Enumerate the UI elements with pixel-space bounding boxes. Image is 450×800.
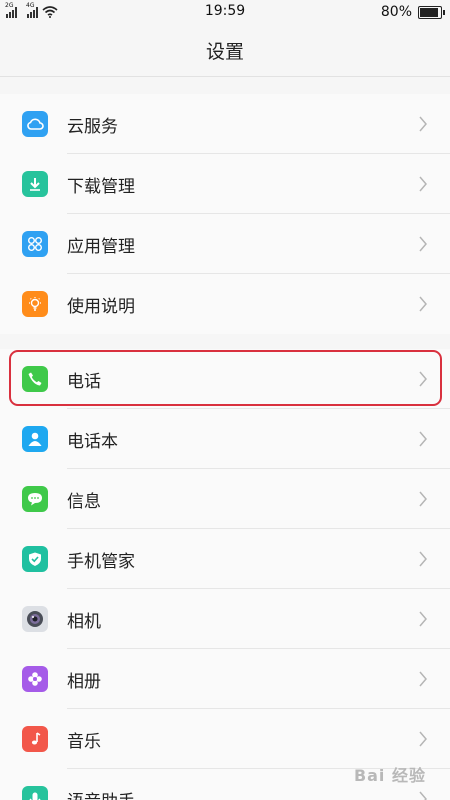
- settings-item-label: 音乐: [67, 731, 101, 752]
- settings-item-gallery[interactable]: 相册: [0, 649, 450, 709]
- chevron-right-icon: [419, 116, 427, 132]
- settings-item-downloads[interactable]: 下载管理: [0, 154, 450, 214]
- chevron-right-icon: [419, 296, 427, 312]
- download-icon: [22, 171, 48, 197]
- chevron-right-icon: [419, 431, 427, 447]
- flower-icon: [22, 666, 48, 692]
- settings-item-camera[interactable]: 相机: [0, 589, 450, 649]
- settings-item-label: 信息: [67, 491, 101, 512]
- camera-icon: [22, 606, 48, 632]
- shield-icon: [22, 546, 48, 572]
- chevron-right-icon: [419, 176, 427, 192]
- header-divider: [0, 76, 450, 77]
- chevron-right-icon: [419, 551, 427, 567]
- page-title: 设置: [205, 40, 244, 63]
- chevron-right-icon: [419, 236, 427, 252]
- settings-item-label: 使用说明: [67, 296, 135, 317]
- bulb-icon: [22, 291, 48, 317]
- settings-item-contacts[interactable]: 电话本: [0, 409, 450, 469]
- cloud-icon: [22, 111, 48, 137]
- apps-icon: [22, 231, 48, 257]
- settings-item-label: 应用管理: [67, 236, 135, 257]
- chevron-right-icon: [419, 791, 427, 800]
- message-icon: [22, 486, 48, 512]
- settings-item-label: 云服务: [67, 116, 118, 137]
- music-icon: [22, 726, 48, 752]
- settings-screen: 2G 4G 19:59 80% 设置 云服务 下载管理 应用管理 使用说明 电话…: [0, 0, 450, 800]
- chevron-right-icon: [419, 371, 427, 387]
- battery-icon: [418, 5, 445, 19]
- status-time: 19:59: [204, 3, 246, 19]
- status-bar: 2G 4G 19:59 80%: [0, 0, 450, 24]
- settings-item-label: 电话: [67, 371, 101, 392]
- settings-item-phone-manager[interactable]: 手机管家: [0, 529, 450, 589]
- chevron-right-icon: [419, 491, 427, 507]
- chevron-right-icon: [419, 611, 427, 627]
- voice-icon: [22, 786, 48, 800]
- settings-item-label: 下载管理: [67, 176, 135, 197]
- settings-item-cloud[interactable]: 云服务: [0, 94, 450, 154]
- phone-icon: [22, 366, 48, 392]
- settings-item-user-guide[interactable]: 使用说明: [0, 274, 450, 334]
- settings-group-2: 电话 电话本 信息 手机管家 相机 相册 音乐: [0, 349, 450, 800]
- settings-item-label: 相机: [67, 611, 101, 632]
- settings-item-label: 语音助手: [67, 787, 135, 800]
- settings-group-1: 云服务 下载管理 应用管理 使用说明: [0, 94, 450, 334]
- chevron-right-icon: [419, 731, 427, 747]
- watermark: Bai 经验: [353, 766, 426, 785]
- settings-item-label: 电话本: [67, 431, 118, 452]
- settings-item-music[interactable]: 音乐: [0, 709, 450, 769]
- settings-item-messages[interactable]: 信息: [0, 469, 450, 529]
- settings-item-label: 相册: [67, 671, 101, 692]
- settings-item-label: 手机管家: [67, 551, 135, 572]
- chevron-right-icon: [419, 671, 427, 687]
- contacts-icon: [22, 426, 48, 452]
- settings-item-phone[interactable]: 电话: [0, 349, 450, 409]
- settings-item-app-management[interactable]: 应用管理: [0, 214, 450, 274]
